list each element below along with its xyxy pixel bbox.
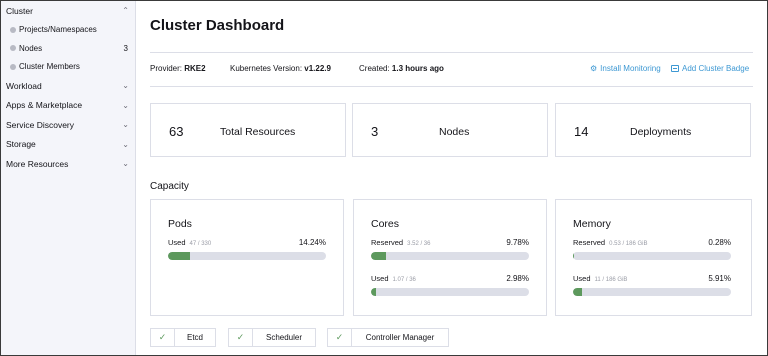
capacity-metric-pods-used: Used 47 / 330 14.24% (168, 238, 326, 260)
capacity-metric-memory-used: Used 11 / 186 GiB 5.91% (573, 274, 731, 296)
divider (150, 52, 753, 53)
progress-fill (371, 288, 376, 296)
badge-icon (671, 65, 679, 72)
checkmark-icon: ✓ (328, 329, 352, 346)
sidebar-group-workload[interactable]: Workload ⌄ (1, 76, 135, 96)
sidebar-item-label: Nodes (19, 43, 43, 53)
capacity-card-pods: Pods Used 47 / 330 14.24% (150, 199, 344, 316)
capacity-card-title: Pods (168, 218, 192, 230)
kubernetes-version-value: v1.22.9 (304, 64, 331, 73)
chevron-down-icon: ⌄ (122, 159, 129, 169)
status-dot-icon (10, 63, 16, 70)
component-status-etcd[interactable]: ✓ Etcd (150, 328, 216, 347)
checkmark-icon: ✓ (151, 329, 175, 346)
stat-card-deployments[interactable]: 14 Deployments (555, 103, 751, 157)
capacity-card-cores: Cores Reserved 3.52 / 36 9.78% Used 1.07… (353, 199, 547, 316)
chevron-down-icon: ⌄ (122, 100, 129, 110)
stat-number: 63 (169, 124, 184, 139)
stat-label: Total Resources (220, 126, 296, 138)
capacity-percent: 5.91% (708, 274, 731, 283)
sidebar-item-label: Cluster Members (19, 62, 80, 72)
capacity-percent: 2.98% (506, 274, 529, 283)
checkmark-icon: ✓ (229, 329, 253, 346)
sidebar-group-label: Storage (6, 139, 36, 150)
stat-label: Nodes (439, 126, 470, 138)
sidebar-group-label: Cluster (6, 5, 33, 16)
capacity-heading: Capacity (150, 181, 189, 192)
progress-fill (371, 252, 387, 260)
sidebar-group-more-resources[interactable]: More Resources ⌄ (1, 154, 135, 174)
progress-bar (573, 252, 731, 260)
sidebar-group-label: Apps & Marketplace (6, 100, 83, 111)
capacity-percent: 14.24% (298, 238, 326, 247)
sidebar-item-count: 3 (123, 43, 128, 53)
progress-fill (573, 288, 583, 296)
chevron-up-icon: ⌃ (122, 6, 129, 16)
add-cluster-badge-link[interactable]: Add Cluster Badge (671, 64, 749, 73)
stat-card-total-resources[interactable]: 63 Total Resources (150, 103, 346, 157)
progress-fill (168, 252, 191, 260)
cluster-meta-bar: Provider: RKE2 Kubernetes Version: v1.22… (150, 64, 753, 78)
capacity-card-title: Cores (371, 218, 400, 230)
component-status-scheduler[interactable]: ✓ Scheduler (228, 328, 316, 347)
sidebar-group-service-discovery[interactable]: Service Discovery ⌄ (1, 115, 135, 135)
progress-bar (371, 288, 529, 296)
capacity-metric-memory-reserved: Reserved 0.53 / 186 GiB 0.28% (573, 238, 731, 260)
sidebar-group-storage[interactable]: Storage ⌄ (1, 135, 135, 155)
progress-bar (168, 252, 326, 260)
sidebar-group-label: Service Discovery (6, 119, 75, 130)
sidebar: Cluster ⌃ Projects/Namespaces Nodes 3 Cl… (1, 1, 136, 355)
component-status-controller-manager[interactable]: ✓ Controller Manager (327, 328, 449, 347)
gear-icon: ⚙ (590, 64, 598, 73)
status-dot-icon (10, 45, 16, 52)
sidebar-group-apps-marketplace[interactable]: Apps & Marketplace ⌄ (1, 96, 135, 116)
chevron-down-icon: ⌄ (122, 120, 129, 130)
sidebar-item-label: Projects/Namespaces (19, 25, 97, 35)
capacity-metric-cores-used: Used 1.07 / 36 2.98% (371, 274, 529, 296)
created-value: 1.3 hours ago (391, 64, 444, 73)
sidebar-group-cluster[interactable]: Cluster ⌃ (1, 1, 135, 21)
sidebar-group-label: More Resources (6, 158, 69, 169)
divider (150, 86, 753, 87)
sidebar-item-projects-namespaces[interactable]: Projects/Namespaces (1, 21, 135, 40)
chevron-down-icon: ⌄ (122, 81, 129, 91)
capacity-percent: 0.28% (708, 238, 731, 247)
capacity-card-title: Memory (573, 218, 611, 230)
capacity-card-memory: Memory Reserved 0.53 / 186 GiB 0.28% Use… (555, 199, 752, 316)
status-dot-icon (10, 26, 16, 33)
install-monitoring-link[interactable]: ⚙ Install Monitoring (590, 64, 661, 73)
stat-label: Deployments (630, 126, 692, 138)
provider-info: Provider: RKE2 (150, 64, 206, 73)
capacity-metric-cores-reserved: Reserved 3.52 / 36 9.78% (371, 238, 529, 260)
kubernetes-version-info: Kubernetes Version: v1.22.9 (230, 64, 331, 73)
page-title: Cluster Dashboard (150, 17, 285, 34)
sidebar-group-label: Workload (6, 80, 42, 91)
sidebar-item-cluster-members[interactable]: Cluster Members (1, 58, 135, 77)
stat-number: 14 (574, 124, 589, 139)
stat-number: 3 (371, 124, 379, 139)
sidebar-item-nodes[interactable]: Nodes 3 (1, 39, 135, 58)
provider-value: RKE2 (184, 64, 206, 73)
progress-bar (371, 252, 529, 260)
capacity-percent: 9.78% (506, 238, 529, 247)
stat-card-nodes[interactable]: 3 Nodes (352, 103, 548, 157)
progress-bar (573, 288, 731, 296)
created-info: Created: 1.3 hours ago (359, 64, 444, 73)
chevron-down-icon: ⌄ (122, 139, 129, 149)
